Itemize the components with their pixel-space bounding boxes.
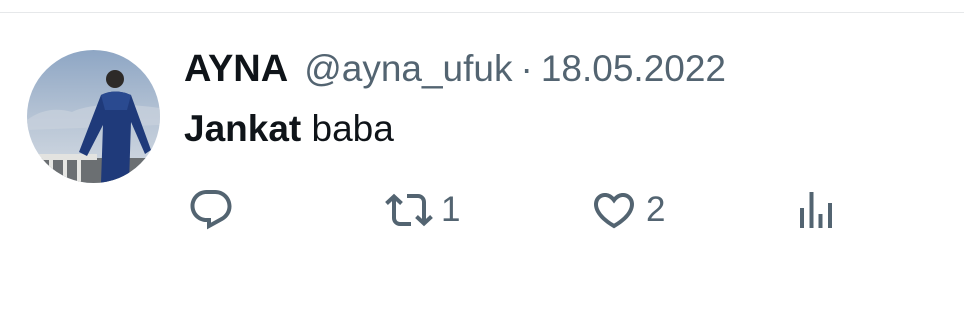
views-icon — [792, 186, 840, 234]
tweet-header: AYNA @ayna_ufuk · 18.05.2022 — [184, 48, 726, 94]
tweet-text-bold: Jankat — [184, 108, 302, 149]
reply-icon — [187, 186, 235, 234]
tweet-text-rest: baba — [301, 108, 394, 149]
user-handle[interactable]: @ayna_ufuk — [304, 48, 512, 90]
heart-icon — [590, 186, 638, 234]
display-name[interactable]: AYNA — [184, 48, 288, 91]
views-button[interactable] — [792, 186, 848, 234]
avatar[interactable] — [27, 50, 160, 183]
retweet-icon — [385, 186, 433, 234]
action-bar: 1 2 — [0, 186, 964, 234]
retweet-count: 1 — [441, 190, 461, 229]
reply-button[interactable] — [187, 186, 243, 234]
separator-dot: · — [520, 48, 533, 89]
like-count: 2 — [646, 190, 666, 229]
tweet-text: Jankat baba — [184, 108, 394, 150]
divider — [0, 12, 964, 13]
like-button[interactable]: 2 — [590, 186, 665, 234]
tweet-date[interactable]: 18.05.2022 — [541, 48, 726, 90]
retweet-button[interactable]: 1 — [385, 186, 460, 234]
tweet-card: AYNA @ayna_ufuk · 18.05.2022 Jankat baba… — [0, 0, 964, 314]
